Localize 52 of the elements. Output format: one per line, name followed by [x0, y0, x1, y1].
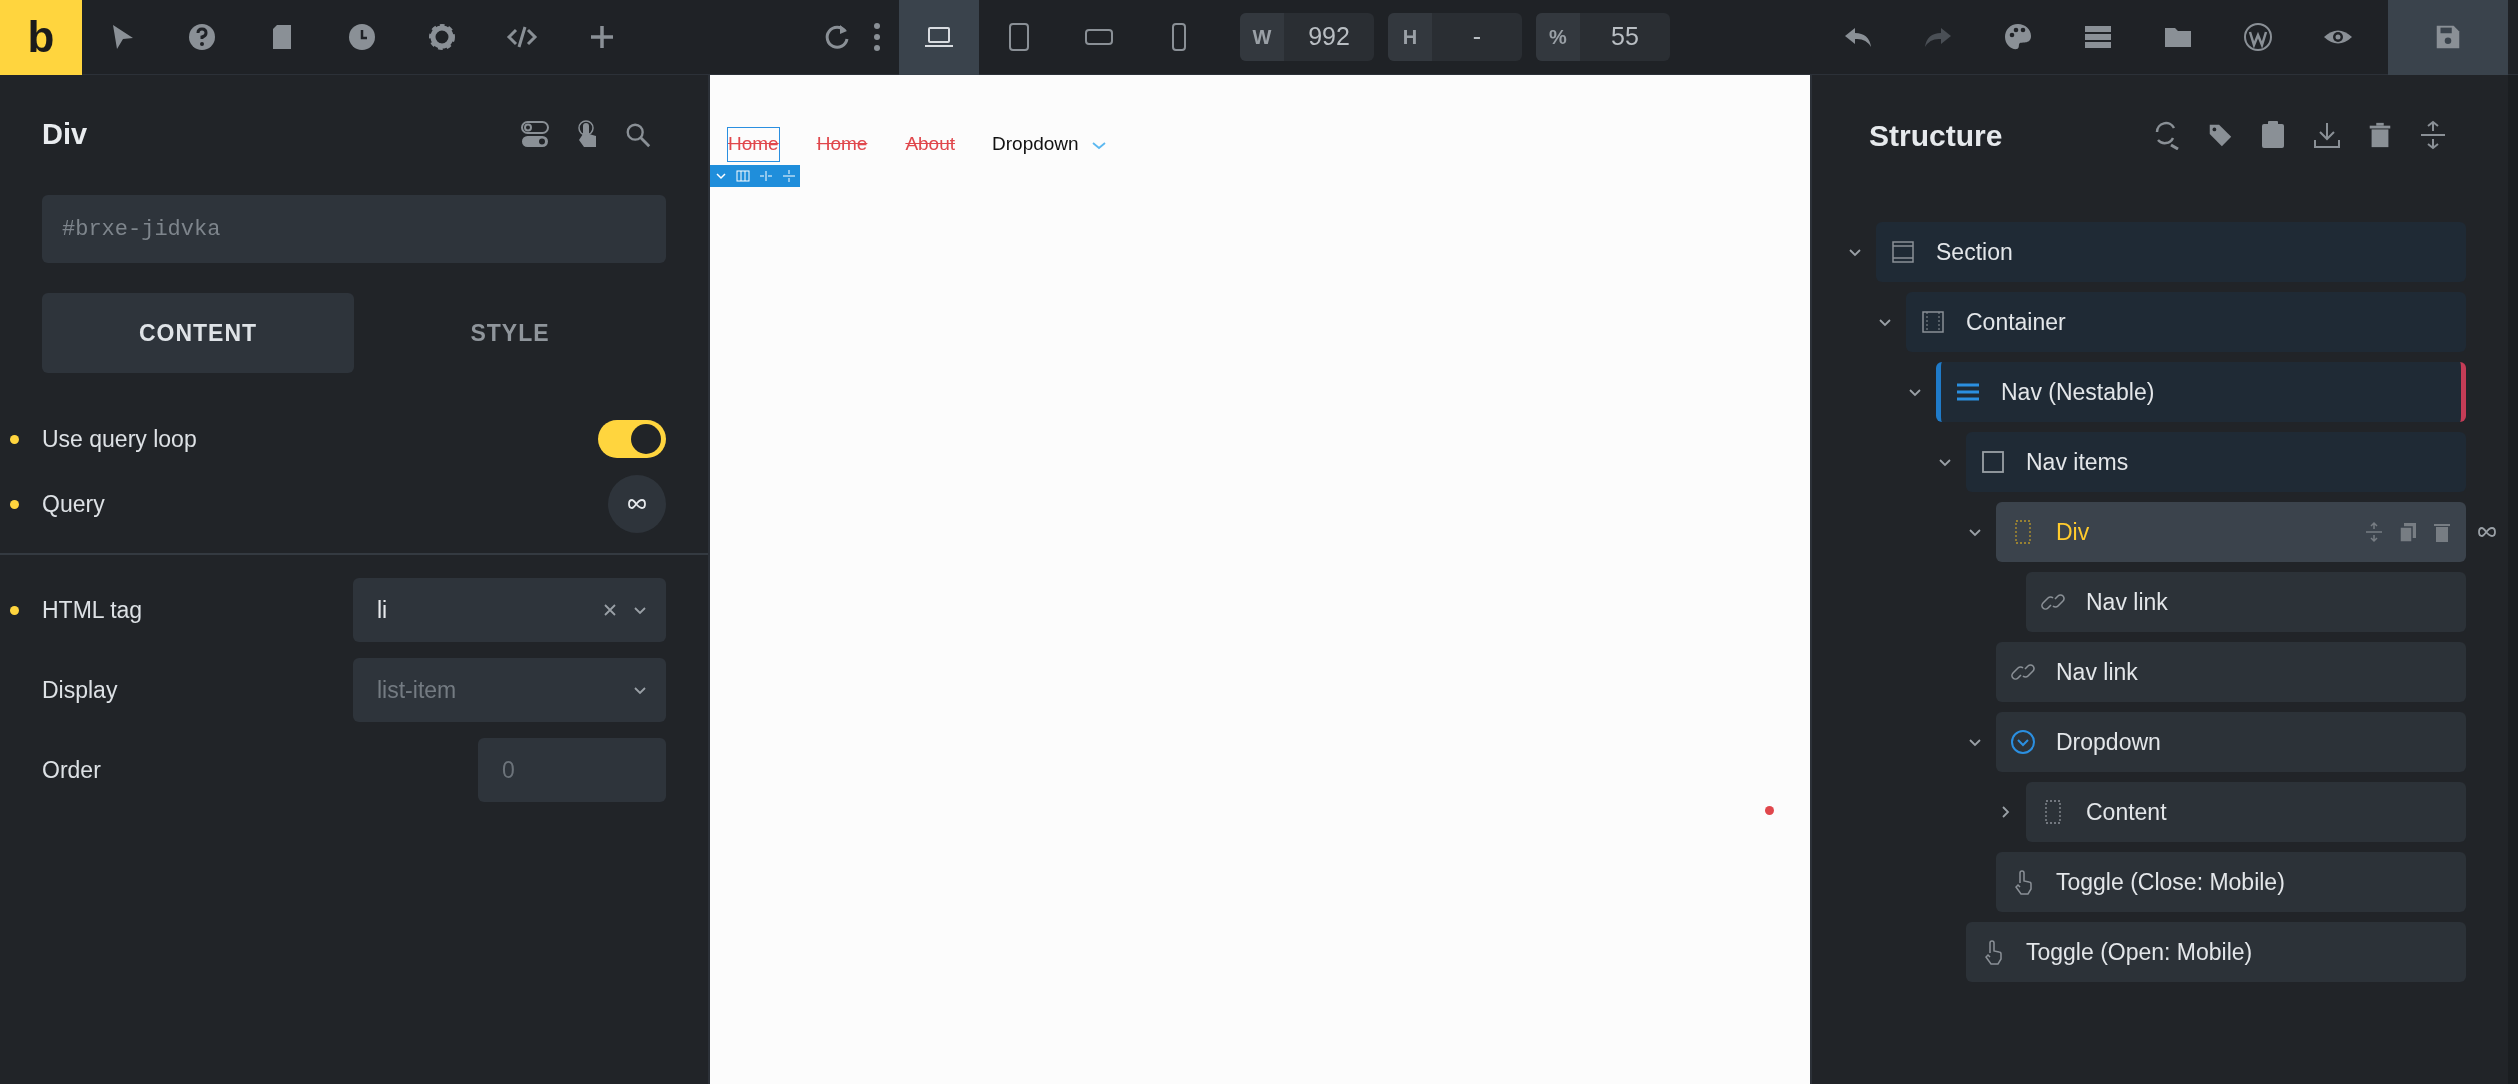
nav-dropdown[interactable]: Dropdown	[992, 128, 1079, 161]
move-icon[interactable]	[2364, 521, 2384, 543]
indicator-dot	[1765, 806, 1774, 815]
toggle-switch[interactable]	[598, 420, 666, 458]
trash-icon[interactable]	[2432, 521, 2452, 543]
number-field[interactable]: 0	[478, 738, 666, 802]
tree-item[interactable]: Toggle (Close: Mobile)	[1996, 852, 2466, 912]
tree-item[interactable]: Div	[1996, 502, 2466, 562]
panel-tab[interactable]: STYLE	[354, 293, 666, 373]
toggles-icon[interactable]	[520, 120, 550, 150]
help-icon[interactable]	[186, 21, 218, 53]
field-label: HTML tag	[42, 595, 143, 625]
tree-item[interactable]: Toggle (Open: Mobile)	[1966, 922, 2466, 982]
panel-title: Structure	[1869, 117, 2003, 154]
expand-collapse-icon[interactable]	[2418, 120, 2448, 150]
clock-icon[interactable]	[346, 21, 378, 53]
tree-item[interactable]: Nav link	[2026, 572, 2466, 632]
size-field[interactable]: W 992	[1240, 13, 1374, 61]
tree-item[interactable]: Content	[2026, 782, 2466, 842]
nav-link[interactable]: Home	[727, 127, 780, 162]
select-field[interactable]: li	[353, 578, 666, 642]
tree-item[interactable]: Nav items	[1966, 432, 2466, 492]
tree-item[interactable]: Container	[1906, 292, 2466, 352]
nav-link[interactable]: About	[904, 127, 957, 162]
download-icon[interactable]	[2312, 120, 2342, 150]
chevron-down-icon[interactable]	[714, 170, 727, 182]
container-icon	[1920, 309, 1946, 335]
clear-icon[interactable]	[602, 602, 618, 618]
wordpress-icon[interactable]	[2242, 21, 2274, 53]
logo[interactable]: b	[0, 0, 82, 75]
columns-icon[interactable]	[735, 170, 750, 182]
chevron-circle-icon	[2010, 729, 2036, 755]
tree-item[interactable]: Nav (Nestable)	[1936, 362, 2466, 422]
panel-tab[interactable]: CONTENT	[42, 293, 354, 373]
panel-title: Div	[42, 117, 88, 153]
field-label: Display	[42, 675, 118, 705]
id-field[interactable]: #brxe-jidvka	[42, 195, 666, 263]
settings-icon[interactable]	[426, 21, 458, 53]
field-label: Order	[42, 755, 101, 785]
tree-item[interactable]: Section	[1876, 222, 2466, 282]
copy-icon[interactable]	[2398, 521, 2418, 543]
square-icon	[1980, 449, 2006, 475]
nav-link[interactable]: Home	[815, 127, 869, 162]
size-field[interactable]: H -	[1388, 13, 1522, 61]
tree-item[interactable]: Dropdown	[1996, 712, 2466, 772]
tree-item[interactable]: Nav link	[1996, 642, 2466, 702]
search-icon[interactable]	[624, 121, 652, 149]
field-label: Query	[42, 489, 105, 519]
field-label: Use query loop	[42, 424, 197, 454]
section-icon	[1890, 239, 1916, 265]
size-field[interactable]: % 55	[1536, 13, 1670, 61]
laptop-button[interactable]	[899, 0, 979, 75]
